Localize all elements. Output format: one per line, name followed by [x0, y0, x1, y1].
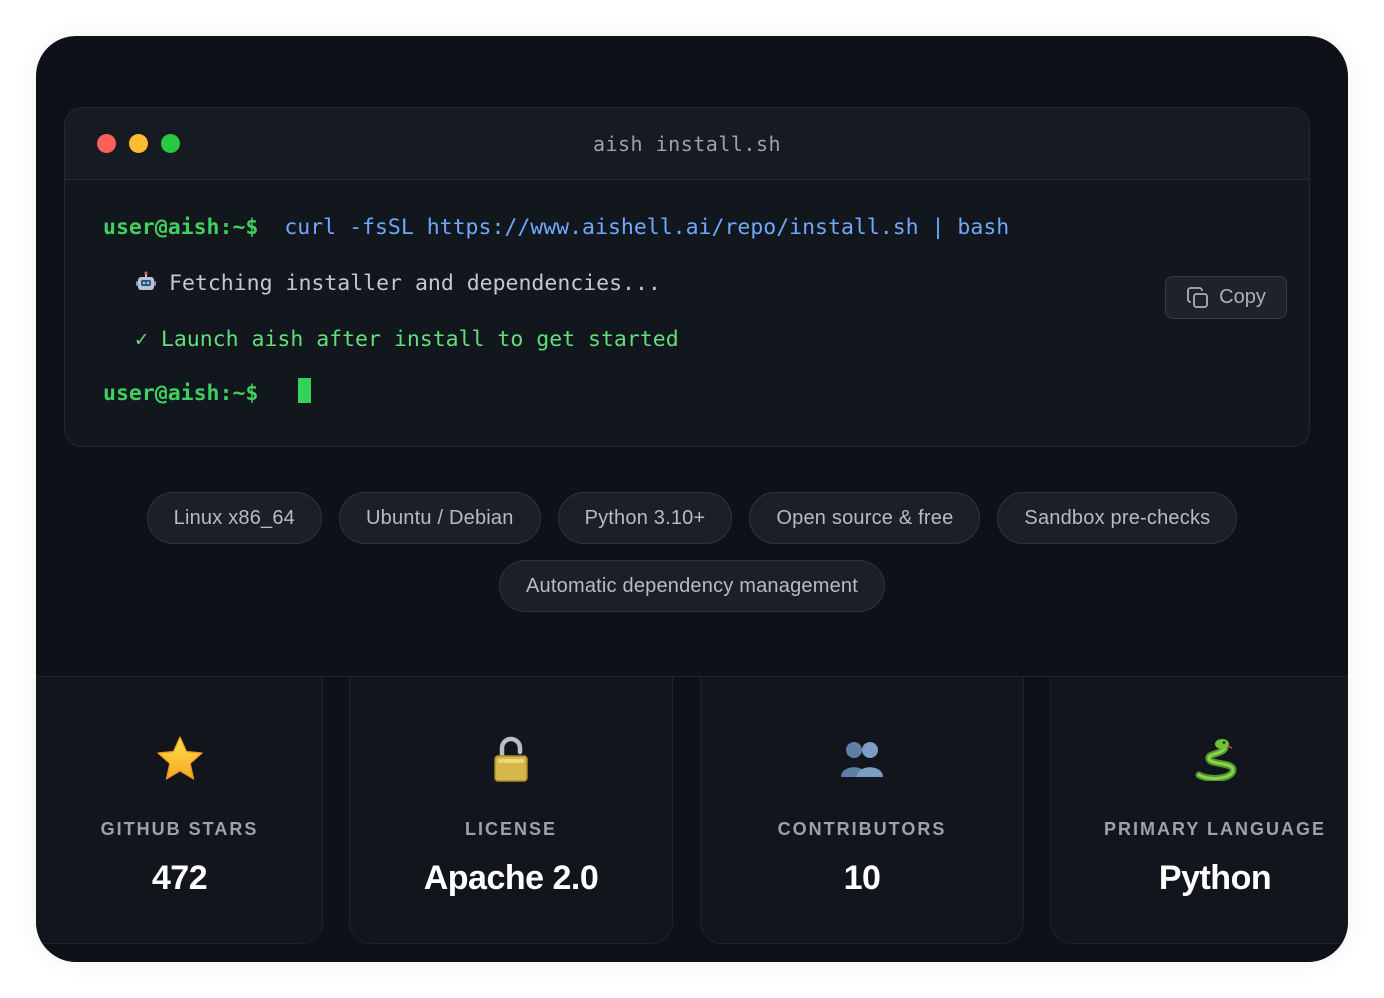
copy-icon — [1186, 286, 1210, 310]
robot-icon — [135, 271, 157, 293]
prompt-line: user@aish:~$ — [103, 381, 258, 406]
tag-ubuntu-debian: Ubuntu / Debian — [339, 492, 541, 544]
stat-card-license: LICENSE Apache 2.0 — [349, 677, 673, 944]
copy-button-label: Copy — [1219, 286, 1266, 308]
stat-value-contributors: 10 — [843, 859, 881, 897]
copy-button[interactable]: Copy — [1165, 276, 1287, 319]
stat-value-license: Apache 2.0 — [423, 859, 599, 897]
tag-open-source: Open source & free — [749, 492, 981, 544]
tag-sandbox: Sandbox pre-checks — [997, 492, 1238, 544]
success-output-line: ✓ Launch aish after install to get start… — [135, 327, 679, 352]
tags-row-1: Linux x86_64 Ubuntu / Debian Python 3.10… — [36, 492, 1348, 544]
fetch-output-line: Fetching installer and dependencies... — [135, 271, 661, 296]
stat-label-contributors: CONTRIBUTORS — [777, 819, 947, 839]
stat-label-license: LICENSE — [464, 819, 557, 839]
stat-card-stars: GITHUB STARS 472 — [36, 677, 323, 944]
install-card: aish install.sh user@aish:~$ curl -fsSL h… — [36, 36, 1348, 962]
terminal-prompt: user@aish:~$ — [103, 215, 259, 240]
stat-card-contributors: CONTRIBUTORS 10 — [700, 677, 1024, 944]
terminal-body: user@aish:~$ curl -fsSL https://www.aishe… — [65, 181, 1309, 446]
stat-label-stars: GITHUB STARS — [100, 819, 259, 839]
terminal-prompt-2: user@aish:~$ — [103, 381, 259, 406]
tag-linux: Linux x86_64 — [146, 492, 323, 544]
star-icon — [36, 733, 322, 785]
stat-card-language: PRIMARY LANGUAGE Python — [1050, 677, 1348, 944]
terminal-cursor — [298, 378, 311, 403]
lock-icon — [350, 733, 672, 785]
terminal-title: aish install.sh — [592, 132, 782, 156]
command-line[interactable]: user@aish:~$ curl -fsSL https://www.aishe… — [103, 215, 1009, 240]
install-command: curl -fsSL https://www.aishell.ai/repo/i… — [284, 215, 1010, 240]
stat-label-language: PRIMARY LANGUAGE — [1103, 819, 1326, 839]
tags-row-2: Automatic dependency management — [36, 560, 1348, 612]
tag-dependency-management: Automatic dependency management — [499, 560, 885, 612]
terminal-window: aish install.sh user@aish:~$ curl -fsSL h… — [64, 107, 1310, 447]
stat-value-language: Python — [1158, 859, 1272, 897]
tag-python-version: Python 3.10+ — [557, 492, 733, 544]
snake-icon — [1051, 733, 1348, 785]
fetch-output-text: Fetching installer and dependencies... — [169, 271, 661, 296]
stat-value-stars: 472 — [151, 859, 208, 897]
people-icon — [701, 733, 1023, 785]
terminal-titlebar: aish install.sh — [65, 108, 1309, 180]
